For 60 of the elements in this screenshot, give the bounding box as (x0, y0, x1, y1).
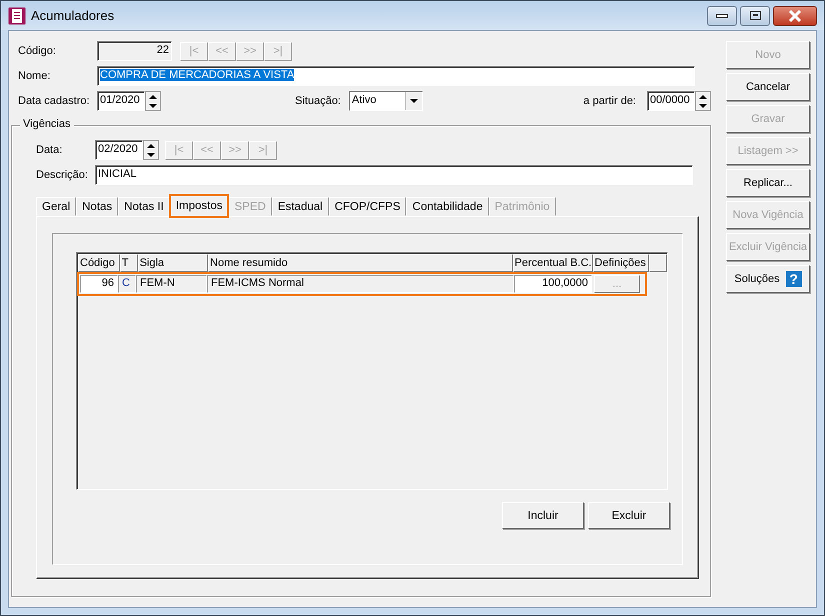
spinner[interactable] (695, 91, 711, 111)
table-cell: FEM-ICMS Normal (207, 275, 514, 293)
spinner[interactable] (145, 91, 161, 111)
date-field[interactable]: 02/2020 (95, 140, 143, 160)
field-value: COMPRA DE MERCADORIAS A VISTA (100, 69, 294, 81)
down-arrow-icon (699, 104, 707, 108)
field-label: Descrição: (36, 169, 89, 181)
help-icon: ? (786, 271, 802, 287)
column-header[interactable]: Código (78, 254, 120, 272)
column-header[interactable]: Percentual B.C. (512, 254, 593, 272)
field-label: Data: (36, 144, 64, 156)
date-field[interactable]: 01/2020 (97, 91, 145, 111)
table-cell: C (118, 275, 136, 293)
field-label: a partir de: (583, 95, 636, 107)
action-button[interactable]: Excluir (588, 502, 670, 529)
tab[interactable]: Estadual (272, 197, 329, 216)
column-header[interactable]: Nome resumido (208, 254, 513, 272)
field-label: Data cadastro: (18, 95, 91, 107)
up-arrow-icon (149, 94, 157, 98)
tab[interactable]: Contabilidade (406, 197, 489, 216)
column-header[interactable]: Definições (592, 254, 650, 272)
minimize-button[interactable] (707, 6, 737, 26)
down-arrow-icon (149, 104, 157, 108)
column-header[interactable]: Sigla (138, 254, 208, 272)
down-arrow-icon (147, 152, 155, 156)
table-cell: FEM-N (136, 275, 207, 293)
side-button[interactable]: Soluções ? (726, 265, 810, 293)
maximize-button[interactable] (740, 6, 770, 26)
table-cell: 96 (80, 275, 118, 293)
code-field[interactable]: 22 (97, 41, 172, 61)
column-header (649, 254, 667, 272)
up-arrow-icon (699, 94, 707, 98)
close-icon (788, 10, 802, 22)
field-label: Código: (18, 45, 57, 57)
status-dropdown[interactable]: Ativo (348, 91, 423, 111)
spinner[interactable] (143, 140, 159, 160)
action-button[interactable]: Incluir (502, 502, 584, 529)
side-button[interactable]: Replicar... (726, 169, 810, 197)
name-field[interactable]: COMPRA DE MERCADORIAS A VISTA (97, 66, 695, 86)
tab[interactable]: Impostos (170, 195, 228, 217)
field-label: Nome: (18, 70, 52, 82)
tab[interactable]: Notas (76, 197, 118, 216)
window-title: Acumuladores (31, 8, 114, 23)
tab[interactable]: CFOP/CFPS (328, 197, 406, 216)
up-arrow-icon (147, 144, 155, 148)
group-title: Vigências (20, 118, 74, 130)
close-button[interactable] (773, 6, 817, 26)
maximize-icon (750, 11, 760, 20)
table-cell: 100,0000 (514, 275, 592, 293)
tab[interactable]: Notas II (118, 197, 170, 216)
description-field[interactable]: INICIAL (95, 165, 693, 185)
minimize-icon (716, 14, 728, 18)
table-row[interactable]: 96 C FEM-N FEM-ICMS Normal 100,0000 ... (78, 273, 646, 295)
side-button[interactable]: Cancelar (726, 73, 810, 101)
document-icon (8, 6, 26, 24)
tab[interactable]: Geral (36, 197, 76, 216)
dropdown-arrow-icon (410, 99, 418, 103)
column-header[interactable]: T (120, 254, 138, 272)
date-field[interactable]: 00/0000 (647, 91, 695, 111)
field-label: Situação: (295, 95, 341, 107)
